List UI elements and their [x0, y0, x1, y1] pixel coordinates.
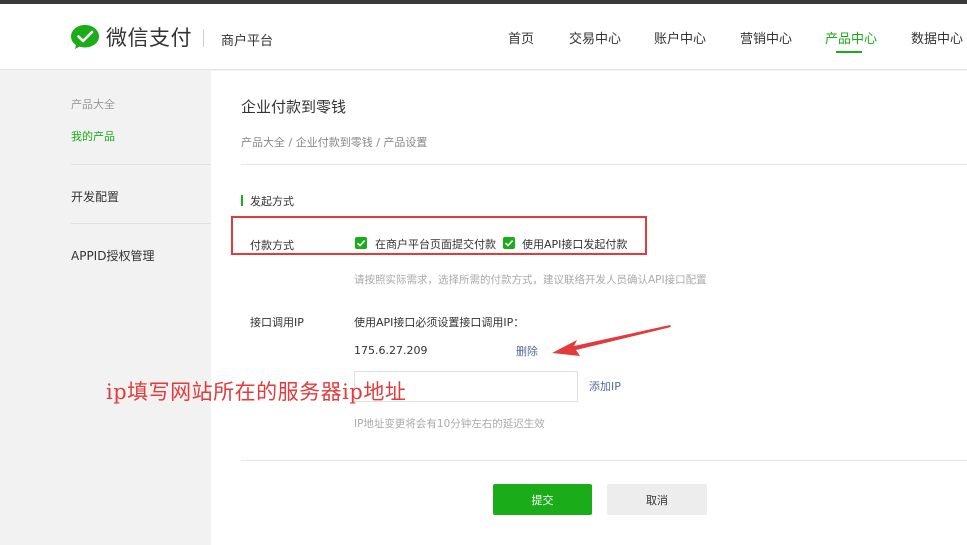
ip-label: 接口调用IP	[250, 316, 304, 329]
annotation-text: ip填写网站所在的服务器ip地址	[106, 380, 407, 404]
logo-text: 微信支付	[106, 26, 192, 50]
platform-name: 商户平台	[221, 34, 274, 49]
option-api-submit-label[interactable]: 使用API接口发起付款	[522, 236, 627, 252]
ip-value: 175.6.27.209	[354, 344, 428, 357]
ip-description: 使用API接口必须设置接口调用IP：	[354, 316, 525, 329]
sidebar-item-my-products[interactable]: 我的产品	[71, 128, 115, 144]
sidebar-item-dev-config[interactable]: 开发配置	[71, 188, 119, 205]
sidebar-divider	[71, 223, 211, 224]
pay-method-hint: 请按照实际需求，选择所需的付款方式，建议联络开发人员确认API接口配置	[354, 274, 707, 286]
nav-product-center[interactable]: 产品中心	[825, 28, 877, 47]
breadcrumb[interactable]: 产品大全 / 企业付款到零钱 / 产品设置	[241, 134, 427, 150]
nav-marketing-center[interactable]: 营销中心	[740, 28, 792, 47]
sidebar-group-all-products[interactable]: 产品大全	[71, 96, 115, 112]
section-title: 发起方式	[250, 195, 294, 208]
checkbox-web-submit[interactable]	[355, 237, 367, 249]
delete-ip-link[interactable]: 删除	[516, 343, 538, 359]
nav-home[interactable]: 首页	[508, 28, 534, 47]
page-title: 企业付款到零钱	[241, 98, 347, 116]
checkmark-icon	[356, 240, 366, 247]
ip-hint: IP地址变更将会有10分钟左右的延迟生效	[354, 418, 545, 430]
sidebar-item-appid-mgmt[interactable]: APPID授权管理	[71, 247, 154, 264]
nav-data-center[interactable]: 数据中心	[911, 28, 963, 47]
add-ip-link[interactable]: 添加IP	[589, 378, 621, 394]
header-divider	[241, 164, 967, 165]
checkmark-icon	[504, 240, 514, 247]
submit-button[interactable]: 提交	[493, 484, 592, 515]
pay-method-label: 付款方式	[250, 239, 294, 252]
cancel-button[interactable]: 取消	[607, 484, 707, 515]
section-marker	[241, 195, 243, 206]
nav-active-indicator	[836, 51, 862, 53]
sidebar: 产品大全 我的产品 开发配置 APPID授权管理	[0, 71, 211, 545]
main-content: 企业付款到零钱 产品大全 / 企业付款到零钱 / 产品设置 发起方式 付款方式 …	[211, 71, 967, 545]
logo[interactable]: 微信支付	[70, 22, 192, 52]
option-web-submit-label[interactable]: 在商户平台页面提交付款	[375, 236, 496, 252]
wechat-pay-logo-icon	[71, 25, 99, 49]
logo-separator	[203, 29, 204, 47]
checkbox-api-submit[interactable]	[503, 237, 515, 249]
red-arrow-icon	[552, 325, 671, 356]
nav-trade-center[interactable]: 交易中心	[569, 28, 621, 47]
nav-account-center[interactable]: 账户中心	[654, 28, 706, 47]
footer-divider	[241, 460, 967, 461]
sidebar-divider	[71, 164, 211, 165]
top-header: 微信支付 商户平台 首页 交易中心 账户中心 营销中心 产品中心 数据中心	[0, 4, 967, 70]
